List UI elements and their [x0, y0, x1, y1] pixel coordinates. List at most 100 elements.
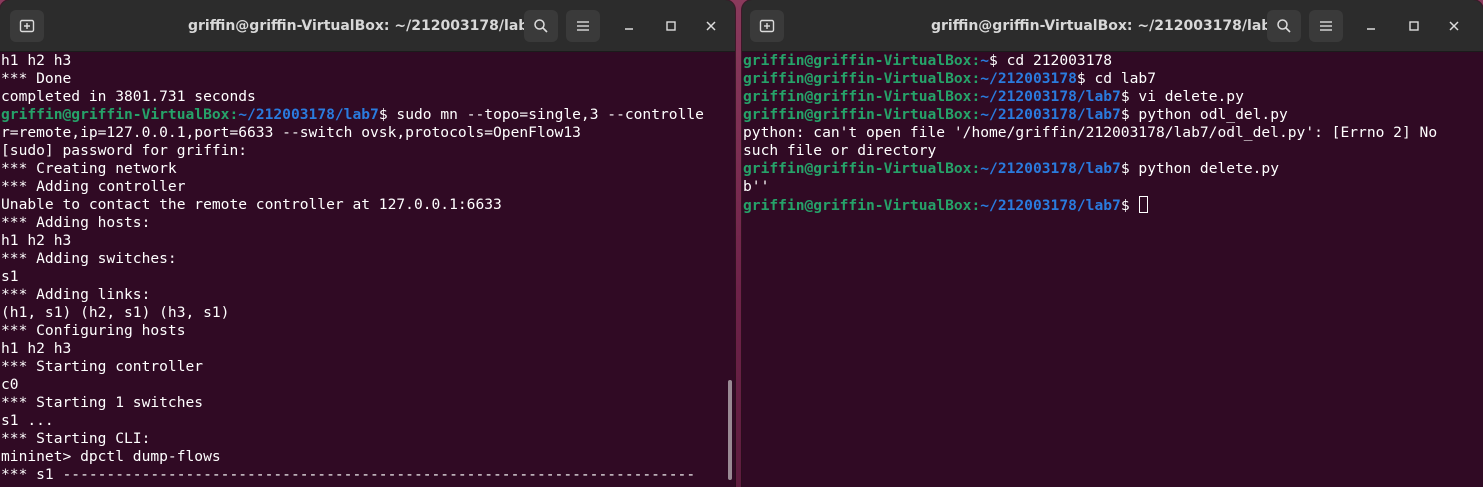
titlebar[interactable]: griffin@griffin-VirtualBox: ~/212003178/…: [0, 0, 735, 52]
output-text: h1 h2 h3: [1, 340, 72, 357]
output-text: [sudo] password for griffin:: [1, 142, 248, 159]
output-text: Unable to contact the remote controller …: [1, 196, 502, 213]
prompt-symbol: $: [1120, 88, 1139, 105]
output-text: *** s1 ---------------------------------…: [1, 466, 696, 483]
prompt-user: griffin@griffin-VirtualBox: [743, 106, 972, 123]
output-line: such file or directory: [743, 142, 1472, 160]
prompt-line: griffin@griffin-VirtualBox:~/212003178/l…: [743, 160, 1472, 178]
new-tab-button[interactable]: [750, 10, 784, 42]
command-text: sudo mn --topo=single,3 --controlle: [396, 106, 704, 123]
prompt-separator: :: [971, 106, 981, 123]
output-line: c0: [1, 376, 724, 394]
command-text: vi delete.py: [1138, 88, 1244, 105]
prompt-line: griffin@griffin-VirtualBox:~/212003178$ …: [743, 70, 1472, 88]
text-cursor: [1139, 196, 1149, 213]
output-text: h1 h2 h3: [1, 232, 72, 249]
prompt-path: ~/212003178/lab7: [980, 88, 1121, 105]
new-tab-button[interactable]: [10, 10, 44, 42]
output-line: *** Adding controller: [1, 178, 724, 196]
command-text: python delete.py: [1138, 160, 1280, 177]
maximize-button[interactable]: [1402, 14, 1426, 38]
new-tab-icon: [19, 18, 35, 34]
output-line: (h1, s1) (h2, s1) (h3, s1): [1, 304, 724, 322]
minimize-icon: [623, 17, 635, 36]
terminal-window-left[interactable]: griffin@griffin-VirtualBox: ~/212003178/…: [0, 0, 735, 487]
output-line: s1: [1, 268, 724, 286]
prompt-line: griffin@griffin-VirtualBox:~/212003178/l…: [743, 106, 1472, 124]
menu-button[interactable]: [566, 10, 600, 42]
output-text: *** Starting controller: [1, 358, 204, 375]
output-text: s1 ...: [1, 412, 54, 429]
close-icon: [1448, 17, 1460, 36]
prompt-path: ~/212003178/lab7: [980, 106, 1121, 123]
terminal-output[interactable]: griffin@griffin-VirtualBox:~$ cd 2120031…: [742, 52, 1472, 487]
prompt-user: griffin@griffin-VirtualBox: [743, 88, 972, 105]
minimize-button[interactable]: [617, 14, 641, 38]
prompt-path: ~/212003178: [980, 70, 1077, 87]
close-button[interactable]: [699, 14, 723, 38]
prompt-separator: :: [971, 88, 981, 105]
output-line: *** Adding links:: [1, 286, 724, 304]
prompt-path: ~/212003178/lab7: [238, 106, 379, 123]
output-line: *** Starting CLI:: [1, 430, 724, 448]
output-text: *** Starting 1 switches: [1, 394, 204, 411]
prompt-separator: :: [971, 197, 981, 214]
output-line: h1 h2 h3: [1, 340, 724, 358]
output-text: *** Adding links:: [1, 286, 151, 303]
output-text: python: can't open file '/home/griffin/2…: [743, 124, 1438, 141]
output-text: *** Creating network: [1, 160, 177, 177]
hamburger-menu-icon: [576, 20, 590, 32]
maximize-icon: [1408, 17, 1420, 36]
command-text: cd 212003178: [1006, 52, 1113, 69]
output-line: *** Creating network: [1, 160, 724, 178]
prompt-user: griffin@griffin-VirtualBox: [743, 160, 972, 177]
prompt-line: griffin@griffin-VirtualBox:~/212003178/l…: [743, 196, 1472, 214]
close-button[interactable]: [1442, 14, 1466, 38]
output-text: b'': [743, 178, 770, 195]
output-line: python: can't open file '/home/griffin/2…: [743, 124, 1472, 142]
scrollbar[interactable]: [724, 52, 735, 487]
window-title: griffin@griffin-VirtualBox: ~/212003178/…: [188, 18, 539, 34]
prompt-line: griffin@griffin-VirtualBox:~$ cd 2120031…: [743, 52, 1472, 70]
prompt-path: ~: [980, 52, 990, 69]
minimize-button[interactable]: [1359, 14, 1383, 38]
output-text: *** Done: [1, 70, 72, 87]
output-line: *** Configuring hosts: [1, 322, 724, 340]
output-line: s1 ...: [1, 412, 724, 430]
hamburger-menu-icon: [1319, 20, 1333, 32]
window-title: griffin@griffin-VirtualBox: ~/212003178/…: [931, 18, 1282, 34]
search-icon: [1276, 18, 1292, 34]
prompt-user: griffin@griffin-VirtualBox: [1, 106, 230, 123]
output-text: *** Starting CLI:: [1, 430, 151, 447]
output-line: *** Starting controller: [1, 358, 724, 376]
output-line: Unable to contact the remote controller …: [1, 196, 724, 214]
output-text: *** Configuring hosts: [1, 322, 186, 339]
terminal-output[interactable]: h1 h2 h3 *** Done completed in 3801.731 se…: [0, 52, 724, 487]
search-icon: [533, 18, 549, 34]
scrollbar[interactable]: [1472, 52, 1483, 487]
prompt-path: ~/212003178/lab7: [980, 197, 1121, 214]
output-line: h1 h2 h3: [1, 232, 724, 250]
output-text: *** Adding hosts:: [1, 214, 151, 231]
scrollbar-thumb[interactable]: [728, 380, 732, 480]
menu-button[interactable]: [1309, 10, 1343, 42]
prompt-path: ~/212003178/lab7: [980, 160, 1121, 177]
prompt-symbol: $: [1120, 160, 1139, 177]
output-line: [sudo] password for griffin:: [1, 142, 724, 160]
maximize-button[interactable]: [659, 14, 683, 38]
command-text: python odl_del.py: [1138, 106, 1288, 123]
terminal-window-right[interactable]: griffin@griffin-VirtualBox: ~/212003178/…: [742, 0, 1483, 487]
search-button[interactable]: [524, 10, 558, 42]
output-text: s1: [1, 268, 19, 285]
output-text: (h1, s1) (h2, s1) (h3, s1): [1, 304, 230, 321]
output-text: *** Adding controller: [1, 178, 186, 195]
output-text: such file or directory: [743, 142, 937, 159]
search-button[interactable]: [1267, 10, 1301, 42]
output-text: *** Adding switches:: [1, 250, 177, 267]
prompt-separator: :: [971, 70, 981, 87]
prompt-symbol: $: [989, 52, 1007, 69]
prompt-separator: :: [229, 106, 239, 123]
titlebar[interactable]: griffin@griffin-VirtualBox: ~/212003178/…: [742, 0, 1483, 52]
prompt-symbol: $: [1120, 197, 1139, 214]
prompt-symbol: $: [1120, 106, 1139, 123]
